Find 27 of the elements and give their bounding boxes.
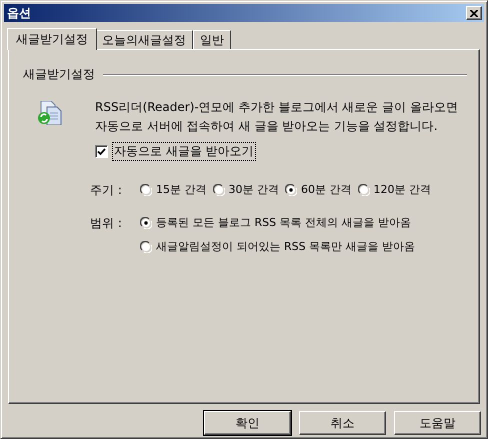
radio-button[interactable] xyxy=(212,184,224,196)
radio-label: 15분 간격 xyxy=(156,182,206,197)
field-label: 범위 : xyxy=(90,215,123,232)
radio-label: 새글알림설정이 되어있는 RSS 목록만 새글을 받아옴 xyxy=(156,239,416,254)
radio-button[interactable] xyxy=(140,216,152,228)
description-text: RSS리더(Reader)-연모에 추가한 블로그에서 새로운 글이 올라오면 자동으로 서버에 접속하여 새 글을 받아오는 기능을 설정합니다. xyxy=(95,99,458,135)
field-label: 주기 : xyxy=(90,182,123,199)
checkbox[interactable] xyxy=(95,145,108,158)
radio-label: 120분 간격 xyxy=(374,182,431,197)
radio-button[interactable] xyxy=(140,240,152,252)
group-title: 새글받기설정 xyxy=(23,66,95,83)
close-button[interactable] xyxy=(466,6,482,20)
tab[interactable]: 오늘의새글설정 xyxy=(95,30,193,49)
tab[interactable]: 새글받기설정 xyxy=(7,28,97,50)
radio-button[interactable] xyxy=(358,184,370,196)
radio-button[interactable] xyxy=(140,184,152,196)
radio-label: 60분 간격 xyxy=(301,182,352,197)
window-title: 옵션 xyxy=(7,4,31,22)
dialog-button[interactable]: 도움말 xyxy=(394,411,481,435)
radio-label: 등록된 모든 블로그 RSS 목록 전체의 새글을 받아옴 xyxy=(156,215,412,230)
dialog-button[interactable]: 취소 xyxy=(299,411,386,435)
tab[interactable]: 일반 xyxy=(193,30,231,49)
dialog-button[interactable]: 확인 xyxy=(204,411,291,435)
checkbox-label[interactable]: 자동으로 새글을 받아오기 xyxy=(113,143,255,160)
radio-label: 30분 간격 xyxy=(228,182,279,197)
close-icon xyxy=(470,10,478,16)
radio-button[interactable] xyxy=(285,184,297,196)
